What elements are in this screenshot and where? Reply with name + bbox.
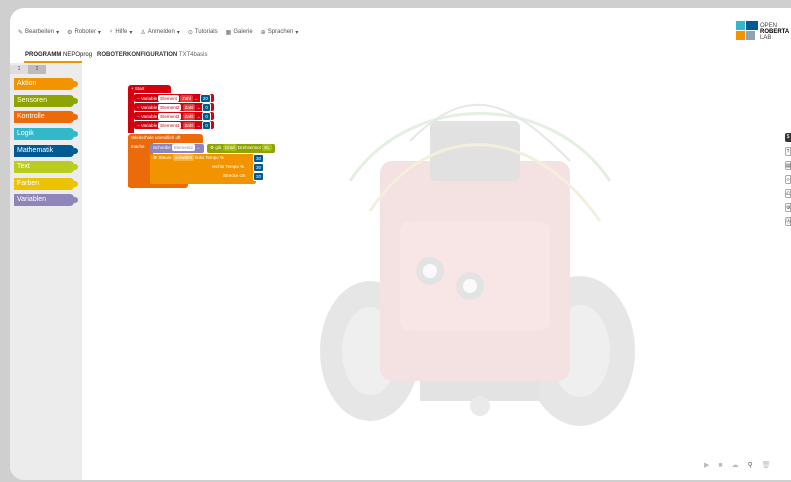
start-block[interactable]: + Start bbox=[128, 85, 171, 93]
help-button[interactable]: ? bbox=[785, 147, 791, 156]
accessibility-icon[interactable]: Ⓐ bbox=[785, 217, 791, 226]
right-speed-label: rechts Tempo % bbox=[212, 164, 245, 169]
gyro-sensor-block[interactable]: ⚙ gib Grad Drehsensor EL bbox=[207, 144, 275, 153]
list-icon[interactable]: ▤ bbox=[785, 161, 791, 170]
menu-sprachen[interactable]: ⊕ Sprachen ▾ bbox=[261, 29, 299, 36]
menu-anmelden[interactable]: ♙ Anmelden ▾ bbox=[140, 29, 179, 36]
logo-square bbox=[736, 21, 745, 30]
variable-declaration[interactable]: − Variable Element3 Zahl ← 0 bbox=[134, 112, 214, 121]
language-icon: ⊕ bbox=[260, 29, 266, 36]
logo-square bbox=[746, 31, 755, 40]
user-icon: ♙ bbox=[140, 29, 146, 36]
pencil-icon: ✎ bbox=[18, 29, 24, 36]
menu-bar: ✎ Bearbeiten ▾ ⚙ Roboter ▾ ♀ Hilfe ▾ ♙ Anmelden… bbox=[18, 26, 298, 38]
undo-icon[interactable]: ⎌ bbox=[785, 189, 791, 198]
menu-bearbeiten[interactable]: ✎ Bearbeiten ▾ bbox=[18, 29, 59, 36]
robot-icon: ⚙ bbox=[67, 29, 73, 36]
cloud-icon[interactable]: ☁ bbox=[732, 461, 739, 469]
program-tabs: PROGRAMM NEPOprog ROBOTERKONFIGURATION T… bbox=[25, 52, 208, 58]
app-window: ✎ Bearbeiten ▾ ⚙ Roboter ▾ ♀ Hilfe ▾ ♙ Anmelden… bbox=[10, 8, 791, 480]
gear-icon: ⚙ bbox=[210, 145, 215, 150]
loop-block[interactable]: Wiederhole unendlich oft bbox=[128, 134, 203, 143]
open-roberta-logo[interactable]: OPEN ROBERTA LAB bbox=[736, 21, 791, 43]
program-blocks: + Start − Variable Element Zahl ← 20 − V… bbox=[10, 63, 410, 263]
lightbulb-icon: ♀ bbox=[108, 29, 114, 35]
bottom-toolbar: ▶ ■ ☁ ⚲ 🗑 bbox=[704, 461, 771, 470]
menu-hilfe[interactable]: ♀ Hilfe ▾ bbox=[109, 29, 133, 36]
variable-declaration[interactable]: − Variable Element2 Zahl ← 0 bbox=[134, 103, 214, 112]
code-view-button[interactable]: $ bbox=[785, 133, 791, 142]
tab-robot-configuration[interactable]: ROBOTERKONFIGURATION TXT4basis bbox=[97, 52, 207, 58]
right-speed-value[interactable]: 30 bbox=[253, 163, 265, 172]
distance-label: Strecke cm bbox=[223, 173, 246, 178]
gear-icon: ⚙ bbox=[153, 155, 158, 160]
variable-declaration[interactable]: − Variable Element4 Zahl ← 0 bbox=[134, 121, 214, 130]
variable-declaration[interactable]: − Variable Element Zahl ← 20 bbox=[134, 94, 214, 103]
trash-icon[interactable]: 🗑 bbox=[762, 461, 771, 469]
assign-block[interactable]: Schreibe Element2 ← bbox=[150, 144, 204, 153]
logo-square bbox=[736, 31, 745, 40]
logo-square bbox=[746, 21, 758, 30]
settings-icon[interactable]: ⚙ bbox=[785, 203, 791, 212]
distance-value[interactable]: 20 bbox=[253, 172, 265, 181]
logo-text: OPEN ROBERTA LAB bbox=[760, 23, 790, 41]
menu-roboter[interactable]: ⚙ Roboter ▾ bbox=[67, 29, 101, 36]
menu-galerie[interactable]: ▦ Galerie bbox=[226, 29, 253, 36]
menu-tutorials[interactable]: ⊙ Tutorials bbox=[188, 29, 218, 36]
tutorial-icon: ⊙ bbox=[187, 29, 193, 36]
stop-icon[interactable]: ■ bbox=[718, 462, 722, 469]
gallery-icon: ▦ bbox=[225, 29, 232, 36]
left-speed-value[interactable]: 30 bbox=[253, 154, 265, 163]
blockly-workspace[interactable]: 1 2 Aktion Sensoren Kontrolle Logik Math… bbox=[10, 63, 791, 480]
tab-program[interactable]: PROGRAMM NEPOprog bbox=[25, 52, 92, 58]
play-icon[interactable]: ▶ bbox=[704, 461, 709, 469]
code-icon[interactable]: ‹› bbox=[785, 175, 791, 184]
zoom-icon[interactable]: ⚲ bbox=[748, 461, 753, 469]
